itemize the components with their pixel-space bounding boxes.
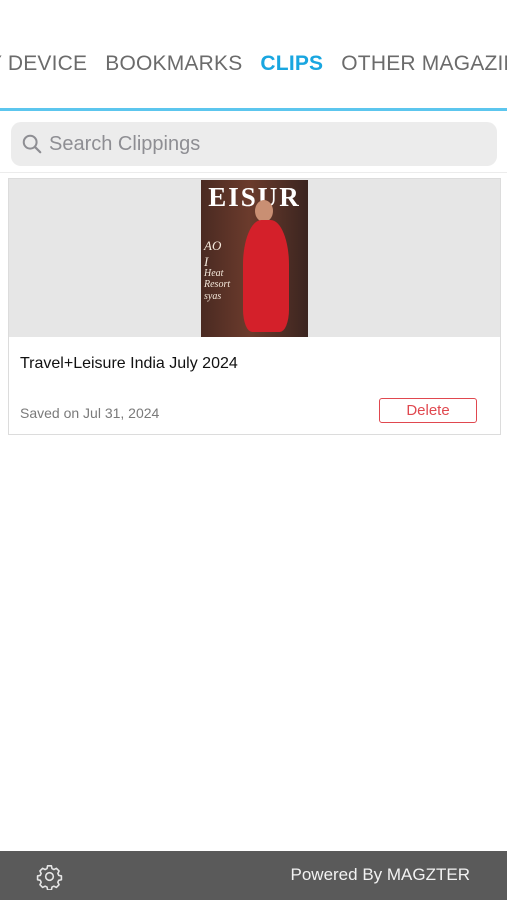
clip-title: Travel+Leisure India July 2024 <box>20 355 238 372</box>
magazine-cover[interactable]: EISUR AO I Heat Resort syas <box>201 180 308 337</box>
tab-underline <box>0 108 507 111</box>
gear-icon[interactable] <box>36 863 63 890</box>
divider <box>0 172 507 173</box>
cover-figure-dress <box>243 220 289 332</box>
tab-bar: Y DEVICE BOOKMARKS CLIPS OTHER MAGAZINES <box>0 0 507 112</box>
search-bar[interactable] <box>11 122 497 166</box>
cover-line: Heat <box>204 268 224 279</box>
search-icon <box>22 134 42 154</box>
tab-bookmarks[interactable]: BOOKMARKS <box>105 52 242 76</box>
search-input[interactable] <box>49 132 469 156</box>
tab-other-magazines[interactable]: OTHER MAGAZINES <box>341 52 507 76</box>
clip-saved-date: Saved on Jul 31, 2024 <box>20 405 160 421</box>
tab-clips[interactable]: CLIPS <box>260 52 323 76</box>
cover-line: syas <box>204 291 222 302</box>
clip-card[interactable]: EISUR AO I Heat Resort syas Travel+Leisu… <box>8 178 501 435</box>
tab-my-device[interactable]: Y DEVICE <box>0 52 87 76</box>
powered-by-label: Powered By MAGZTER <box>290 865 471 884</box>
clip-thumbnail-area: EISUR AO I Heat Resort syas <box>9 179 500 337</box>
cover-figure-head <box>255 200 273 222</box>
footer-bar: Powered By MAGZTER <box>0 851 507 900</box>
cover-line: AO <box>204 238 222 253</box>
cover-line: Resort <box>204 279 231 290</box>
delete-button[interactable]: Delete <box>379 398 477 423</box>
tab-list: Y DEVICE BOOKMARKS CLIPS OTHER MAGAZINES <box>0 52 507 76</box>
